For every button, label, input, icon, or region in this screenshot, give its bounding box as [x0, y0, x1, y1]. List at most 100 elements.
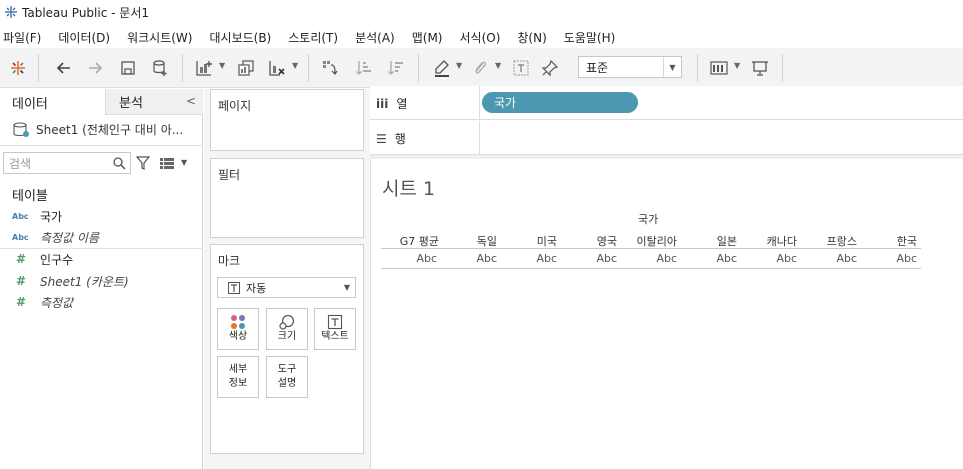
- new-datasource-icon[interactable]: [150, 58, 170, 78]
- highlight-icon[interactable]: [432, 58, 452, 78]
- pin-icon[interactable]: [540, 58, 560, 78]
- field-measure-population[interactable]: # 인구수: [12, 250, 73, 268]
- menu-format[interactable]: 서식(O): [460, 29, 501, 46]
- swap-rows-columns-icon[interactable]: [320, 58, 340, 78]
- columns-shelf[interactable]: iii 열 국가: [370, 86, 963, 120]
- chevron-down-icon[interactable]: ▼: [219, 61, 225, 70]
- chevron-down-icon[interactable]: ▼: [292, 61, 298, 70]
- table-cell[interactable]: Abc: [439, 252, 497, 265]
- field-measure-values[interactable]: # 측정값: [12, 293, 73, 311]
- table-cell[interactable]: Abc: [737, 252, 797, 265]
- menu-analysis[interactable]: 분석(A): [355, 29, 395, 46]
- column-header[interactable]: 독일: [439, 233, 497, 249]
- search-placeholder: 검색: [9, 156, 32, 171]
- chevron-down-icon[interactable]: ▼: [663, 57, 681, 77]
- clear-sheet-icon[interactable]: [267, 58, 287, 78]
- collapse-pane-icon[interactable]: <: [186, 94, 196, 108]
- detail-button[interactable]: 세부 정보: [217, 356, 259, 398]
- column-header[interactable]: 미국: [497, 233, 557, 249]
- toolbar-separator: [697, 54, 698, 82]
- group-members-icon[interactable]: [470, 58, 490, 78]
- column-header[interactable]: G7 평균: [381, 233, 439, 249]
- filter-icon[interactable]: [136, 156, 150, 170]
- table-cell[interactable]: Abc: [617, 252, 677, 265]
- chevron-down-icon[interactable]: ▼: [456, 61, 462, 70]
- worksheet-view[interactable]: 시트 1 국가 G7 평균 독일 미국 영국 이탈리아 일본 캐나다 프랑스 한…: [370, 159, 963, 469]
- columns-pill-country[interactable]: 국가: [482, 92, 638, 113]
- fit-select[interactable]: 표준 ▼: [578, 56, 682, 78]
- filters-shelf[interactable]: 필터: [210, 158, 364, 238]
- chevron-down-icon[interactable]: ▼: [734, 61, 740, 70]
- sort-ascending-icon[interactable]: [354, 58, 374, 78]
- color-label: 색상: [228, 331, 248, 342]
- marks-title: 마크: [218, 254, 241, 268]
- color-button[interactable]: 색상: [217, 308, 259, 350]
- menu-map[interactable]: 맵(M): [412, 29, 443, 46]
- sort-descending-icon[interactable]: [386, 58, 406, 78]
- toolbar: ▼ ▼ ▼ ▼ ▼: [0, 48, 963, 88]
- chevron-down-icon[interactable]: ▼: [344, 283, 350, 292]
- column-header[interactable]: 한국: [857, 233, 917, 249]
- field-dimension-country[interactable]: Abc 국가: [12, 207, 62, 225]
- rows-label: 행: [394, 132, 406, 146]
- column-header[interactable]: 영국: [557, 233, 617, 249]
- redo-icon[interactable]: [85, 58, 105, 78]
- menu-window[interactable]: 창(N): [517, 29, 546, 46]
- menu-dashboard[interactable]: 대시보드(B): [209, 29, 271, 46]
- tooltip-button[interactable]: 도구 설명: [266, 356, 308, 398]
- tableau-window: Tableau Public - 문서1 파일(F) 데이터(D) 워크시트(W…: [0, 0, 963, 469]
- number-type-icon: #: [16, 252, 27, 266]
- field-measure-count[interactable]: # Sheet1 (카운트): [12, 272, 129, 290]
- table-cell[interactable]: Abc: [497, 252, 557, 265]
- column-header[interactable]: 이탈리아: [617, 233, 677, 249]
- column-header[interactable]: 캐나다: [737, 233, 797, 249]
- field-search-input[interactable]: 검색: [3, 152, 131, 174]
- number-type-icon: #: [16, 295, 27, 309]
- size-button[interactable]: 크기: [266, 308, 308, 350]
- show-mark-labels-icon[interactable]: [511, 58, 531, 78]
- string-type-icon: Abc: [12, 232, 29, 242]
- table-cell[interactable]: Abc: [677, 252, 737, 265]
- undo-icon[interactable]: [54, 58, 74, 78]
- new-worksheet-icon[interactable]: [194, 58, 214, 78]
- mark-type-value: 자동: [246, 281, 267, 295]
- menu-worksheet[interactable]: 워크시트(W): [127, 29, 192, 46]
- rows-shelf[interactable]: ☰ 행: [370, 121, 963, 155]
- divider: [479, 86, 480, 120]
- show-cards-icon[interactable]: [709, 58, 729, 78]
- datasource-item[interactable]: Sheet1 (전체인구 대비 아...: [12, 121, 183, 138]
- menu-data[interactable]: 데이터(D): [58, 29, 110, 46]
- save-icon[interactable]: [118, 58, 138, 78]
- table-cell[interactable]: Abc: [381, 252, 437, 265]
- datasource-icon: [13, 121, 29, 137]
- rows-shelf-label: ☰ 행: [376, 130, 406, 147]
- column-field-header[interactable]: 국가: [638, 211, 658, 227]
- chevron-down-icon[interactable]: ▼: [181, 158, 187, 167]
- rows-icon: ☰: [376, 131, 387, 146]
- field-dimension-measure-names[interactable]: Abc 측정값 이름: [12, 228, 99, 246]
- mark-type-select[interactable]: 자동 ▼: [217, 277, 356, 298]
- window-title: Tableau Public - 문서1: [22, 5, 149, 20]
- presentation-mode-icon[interactable]: [750, 58, 770, 78]
- table-cell[interactable]: Abc: [797, 252, 857, 265]
- menu-story[interactable]: 스토리(T): [288, 29, 338, 46]
- tab-data[interactable]: 데이터: [0, 89, 106, 115]
- list-view-icon[interactable]: [160, 158, 174, 169]
- data-pane: 데이터 분석 < Sheet1 (전체인구 대비 아... 검색 ▼ 테이블 A…: [0, 89, 203, 469]
- text-button[interactable]: 텍스트: [314, 308, 356, 350]
- title-bar: Tableau Public - 문서1: [0, 0, 963, 24]
- toolbar-separator: [38, 54, 39, 82]
- table-cell[interactable]: Abc: [557, 252, 617, 265]
- menu-help[interactable]: 도움말(H): [564, 29, 616, 46]
- column-header[interactable]: 일본: [677, 233, 737, 249]
- chevron-down-icon[interactable]: ▼: [495, 61, 501, 70]
- column-header[interactable]: 프랑스: [797, 233, 857, 249]
- text-label: 텍스트: [321, 331, 349, 342]
- duplicate-sheet-icon[interactable]: [236, 58, 256, 78]
- toolbar-separator: [418, 54, 419, 82]
- menu-file[interactable]: 파일(F): [3, 29, 41, 46]
- sheet-title[interactable]: 시트 1: [382, 174, 435, 201]
- pages-shelf[interactable]: 페이지: [210, 89, 364, 151]
- tableau-start-icon[interactable]: [8, 58, 28, 78]
- table-cell[interactable]: Abc: [857, 252, 917, 265]
